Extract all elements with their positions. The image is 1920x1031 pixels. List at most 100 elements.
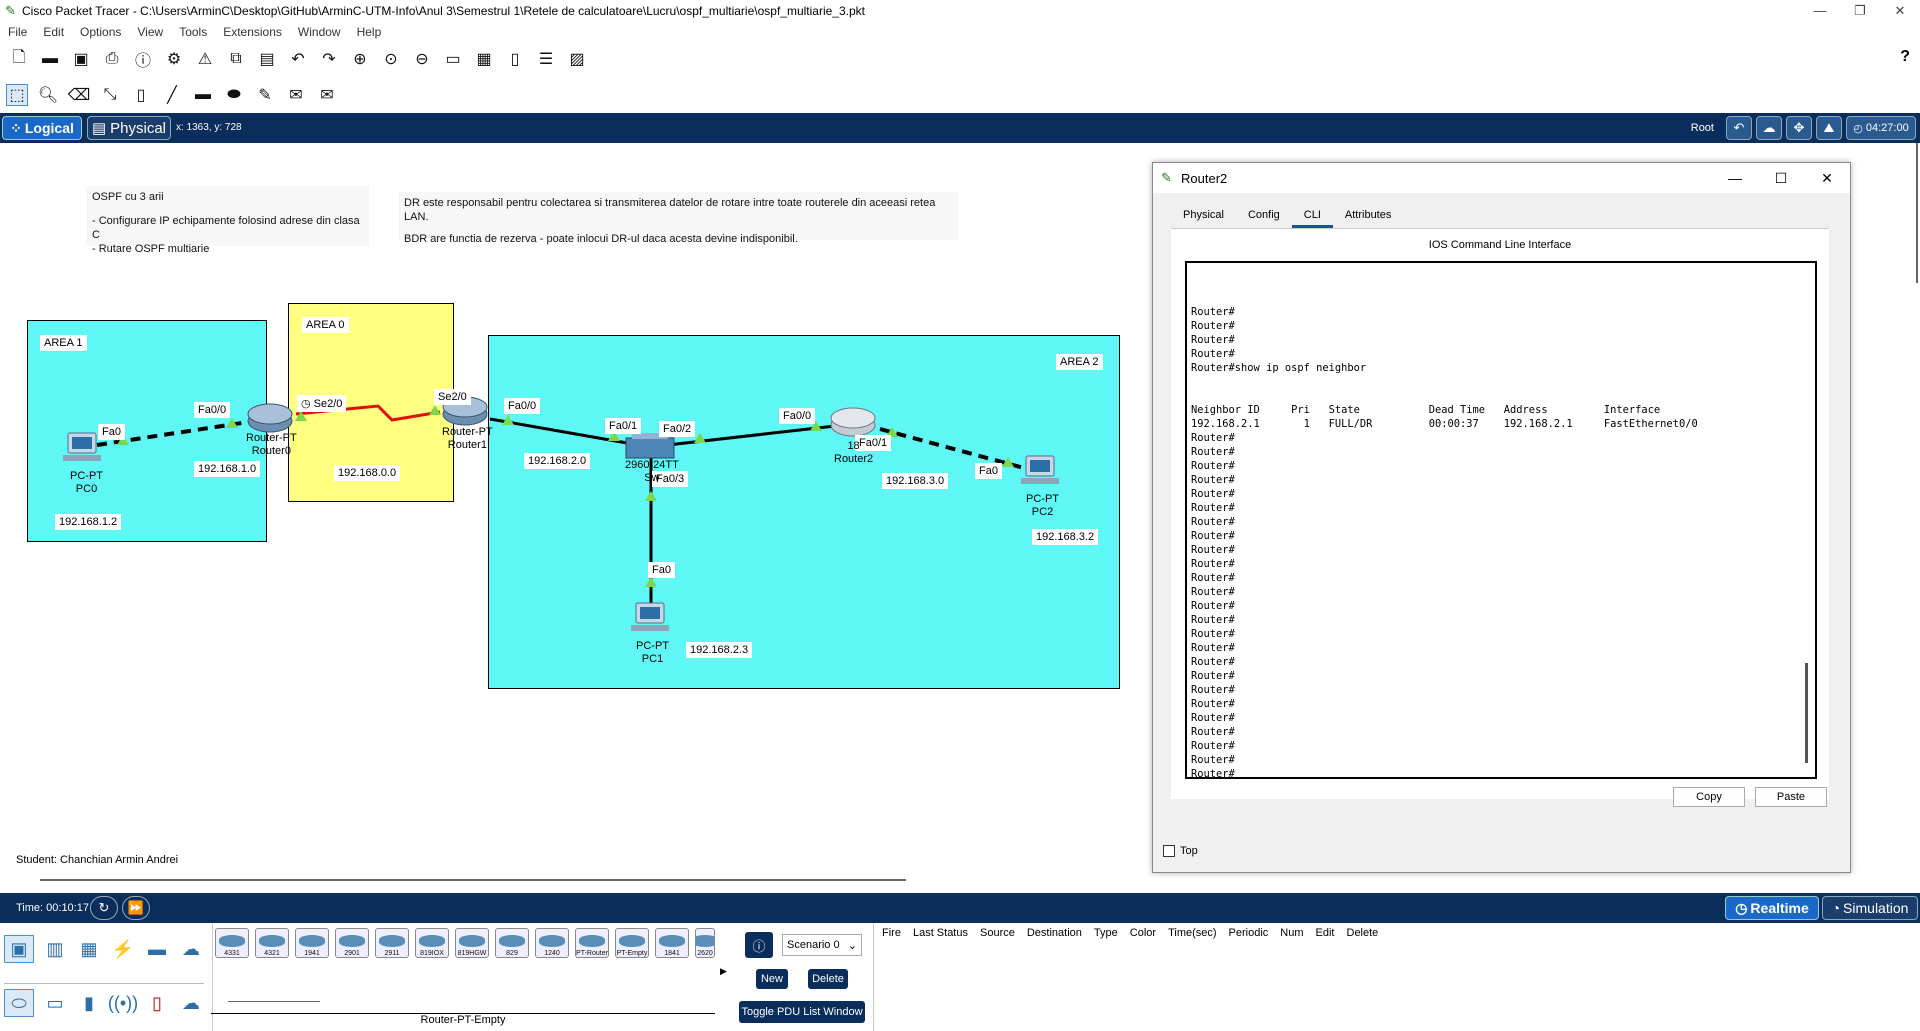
workspace-hscrollbar[interactable] bbox=[0, 878, 1920, 884]
top-checkbox-box[interactable] bbox=[1163, 845, 1175, 857]
copy-icon[interactable]: ⧉ bbox=[225, 48, 247, 70]
student-note[interactable]: Student: Chanchian Armin Andrei bbox=[16, 854, 178, 866]
redo-icon[interactable]: ↷ bbox=[318, 48, 340, 70]
inspect-icon[interactable]: 🔍︎ bbox=[37, 84, 59, 106]
switches-subcategory-icon[interactable]: ▭ bbox=[40, 989, 70, 1017]
device-1841[interactable]: 1841 bbox=[655, 928, 689, 958]
paste-button[interactable]: Paste bbox=[1755, 787, 1827, 807]
new-scenario-button[interactable]: New bbox=[756, 969, 788, 989]
draw-rectangle-icon[interactable]: ▬ bbox=[192, 84, 214, 106]
print-icon[interactable]: ⎙ bbox=[101, 48, 123, 70]
menu-window[interactable]: Window bbox=[298, 25, 341, 39]
simulation-button[interactable]: ◔ Simulation bbox=[1822, 896, 1918, 920]
device-4321[interactable]: 4321 bbox=[255, 928, 289, 958]
col-source[interactable]: Source bbox=[980, 927, 1015, 945]
device-819iox[interactable]: 819IOX bbox=[415, 928, 449, 958]
pc0-device[interactable] bbox=[63, 432, 101, 461]
device-1240[interactable]: 1240 bbox=[535, 928, 569, 958]
device-scroll-thumb[interactable] bbox=[228, 1001, 320, 1002]
custom-devices-icon[interactable]: ▦ bbox=[473, 48, 495, 70]
fast-forward-icon[interactable]: ⏩ bbox=[122, 896, 150, 920]
col-last-status[interactable]: Last Status bbox=[913, 927, 968, 945]
resize-icon[interactable]: ⤡ bbox=[99, 84, 121, 106]
place-note-icon[interactable]: ▯ bbox=[130, 84, 152, 106]
tab-attributes[interactable]: Attributes bbox=[1333, 205, 1403, 228]
wireless-subcategory-icon[interactable]: ((•)) bbox=[108, 989, 138, 1017]
device-4331[interactable]: 4331 bbox=[215, 928, 249, 958]
wan-emulation-subcategory-icon[interactable]: ☁ bbox=[176, 989, 206, 1017]
web-view-icon[interactable]: ▨ bbox=[566, 48, 588, 70]
device-829[interactable]: 829 bbox=[495, 928, 529, 958]
network-devices-category-icon[interactable]: ▣ bbox=[4, 935, 34, 963]
help-icon[interactable]: ? bbox=[1900, 48, 1910, 66]
routers-subcategory-icon[interactable]: ⬭ bbox=[4, 989, 34, 1017]
tab-cli[interactable]: CLI bbox=[1291, 205, 1333, 228]
new-file-icon[interactable]: 🗋 bbox=[8, 48, 30, 70]
device-819hgw[interactable]: 819HGW bbox=[455, 928, 489, 958]
col-time[interactable]: Time(sec) bbox=[1168, 927, 1216, 945]
device-2901[interactable]: 2901 bbox=[335, 928, 369, 958]
save-icon[interactable]: ▣ bbox=[70, 48, 92, 70]
simple-pdu-icon[interactable]: ✉ bbox=[285, 84, 307, 106]
link-router2-pc2[interactable] bbox=[879, 427, 1025, 470]
pc1-device[interactable] bbox=[631, 602, 669, 631]
col-delete[interactable]: Delete bbox=[1347, 927, 1379, 945]
maximize-button[interactable]: ❐ bbox=[1840, 0, 1880, 22]
device-pt-empty[interactable]: PT-Empty bbox=[615, 928, 649, 958]
pc2-device[interactable] bbox=[1021, 455, 1059, 484]
draw-line-icon[interactable]: ╱ bbox=[161, 84, 183, 106]
tab-config[interactable]: Config bbox=[1236, 205, 1292, 228]
paste-icon[interactable]: ▤ bbox=[256, 48, 278, 70]
physical-view-button[interactable]: ▤ Physical bbox=[87, 116, 171, 140]
router2-titlebar[interactable]: ✎ Router2 — ☐ ✕ bbox=[1153, 163, 1850, 193]
zoom-out-icon[interactable]: ⊖ bbox=[411, 48, 433, 70]
complex-pdu-icon[interactable]: ✉ bbox=[316, 84, 338, 106]
device-2620[interactable]: 2620 bbox=[695, 928, 715, 958]
device-1941[interactable]: 1941 bbox=[295, 928, 329, 958]
menu-options[interactable]: Options bbox=[80, 25, 121, 39]
router0-device[interactable] bbox=[247, 403, 293, 433]
hscroll-thumb[interactable] bbox=[40, 879, 906, 881]
cli-scrollbar[interactable] bbox=[1805, 263, 1809, 777]
components-category-icon[interactable]: ▦ bbox=[74, 935, 104, 963]
menu-help[interactable]: Help bbox=[357, 25, 382, 39]
col-destination[interactable]: Destination bbox=[1027, 927, 1082, 945]
workspace-vscrollbar[interactable] bbox=[1914, 143, 1920, 883]
menu-file[interactable]: File bbox=[8, 25, 27, 39]
viewport-clock[interactable]: ◴ 04:27:00 bbox=[1846, 116, 1916, 140]
minimize-button[interactable]: — bbox=[1800, 0, 1840, 22]
zoom-reset-icon[interactable]: ⊙ bbox=[380, 48, 402, 70]
device-2911[interactable]: 2911 bbox=[375, 928, 409, 958]
col-type[interactable]: Type bbox=[1094, 927, 1118, 945]
ipc-icon[interactable]: ☰ bbox=[535, 48, 557, 70]
dialog-close-button[interactable]: ✕ bbox=[1804, 163, 1850, 193]
logical-view-button[interactable]: ⁘ Logical bbox=[2, 116, 82, 140]
router2-device[interactable] bbox=[830, 407, 876, 437]
menu-tools[interactable]: Tools bbox=[179, 25, 207, 39]
menu-extensions[interactable]: Extensions bbox=[223, 25, 282, 39]
cluster-icon[interactable]: ☁ bbox=[1756, 116, 1782, 140]
security-subcategory-icon[interactable]: ▯ bbox=[142, 989, 172, 1017]
scenario-info-icon[interactable]: ⓘ bbox=[745, 932, 773, 958]
viewport-icon[interactable]: ▯ bbox=[504, 48, 526, 70]
end-devices-category-icon[interactable]: ▥ bbox=[40, 935, 70, 963]
connections-category-icon[interactable]: ⚡ bbox=[108, 935, 138, 963]
cli-scrollbar-thumb[interactable] bbox=[1805, 663, 1808, 763]
col-fire[interactable]: Fire bbox=[882, 927, 901, 945]
delete-icon[interactable]: ⌫ bbox=[68, 84, 91, 106]
move-object-icon[interactable]: ✥ bbox=[1786, 116, 1812, 140]
multiuser-category-icon[interactable]: ☁ bbox=[176, 935, 206, 963]
zoom-in-icon[interactable]: ⊕ bbox=[349, 48, 371, 70]
power-cycle-icon[interactable]: ↻ bbox=[90, 896, 118, 920]
toggle-pdu-list-button[interactable]: Toggle PDU List Window bbox=[739, 1001, 865, 1023]
top-checkbox[interactable]: Top bbox=[1163, 845, 1198, 857]
dialog-minimize-button[interactable]: — bbox=[1712, 163, 1758, 193]
col-periodic[interactable]: Periodic bbox=[1229, 927, 1269, 945]
back-icon[interactable]: ↶ bbox=[1726, 116, 1752, 140]
copy-button[interactable]: Copy bbox=[1673, 787, 1745, 807]
realtime-button[interactable]: ◷ Realtime bbox=[1725, 896, 1819, 920]
panel-toggle-icon[interactable]: ▶ bbox=[720, 966, 727, 977]
freeform-icon[interactable]: ✎ bbox=[254, 84, 276, 106]
network-wizard-icon[interactable]: ⚙ bbox=[163, 48, 185, 70]
device-pt-router[interactable]: PT-Router bbox=[575, 928, 609, 958]
